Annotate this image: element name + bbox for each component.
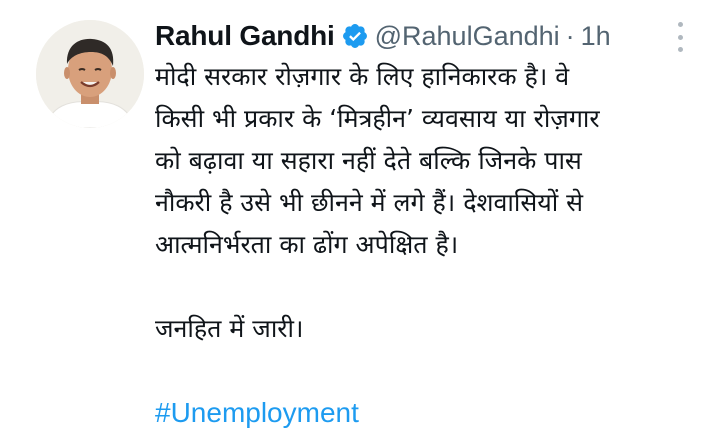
user-handle[interactable]: @RahulGandhi — [375, 21, 560, 52]
tweet-second-paragraph: जनहित में जारी। — [155, 314, 304, 343]
tweet-timestamp[interactable]: 1h — [581, 21, 611, 52]
tweet-line: को बढ़ावा या सहारा नहीं देते बल्कि जिनके… — [155, 146, 582, 175]
tweet-line: मोदी सरकार रोज़गार के लिए हानिकारक है। व… — [155, 62, 570, 91]
separator-dot: · — [565, 20, 575, 51]
avatar[interactable] — [36, 20, 144, 128]
tweet-line: किसी भी प्रकार के ‘मित्रहीन’ व्यवसाय या … — [155, 104, 600, 133]
tweet-card: Rahul Gandhi @RahulGandhi · 1h मोदी सरका… — [0, 0, 720, 428]
hashtag-link[interactable]: #Unemployment — [155, 392, 695, 434]
tweet-text: मोदी सरकार रोज़गार के लिए हानिकारक है। व… — [155, 56, 695, 434]
tweet-header: Rahul Gandhi @RahulGandhi · 1h — [155, 16, 611, 56]
verified-badge-icon — [341, 22, 369, 50]
tweet-line: नौकरी है उसे भी छीनने में लगे हैं। देशवा… — [155, 188, 584, 217]
profile-photo — [36, 20, 144, 128]
display-name[interactable]: Rahul Gandhi — [155, 20, 335, 52]
more-options-icon[interactable] — [672, 22, 688, 52]
tweet-line: आत्मनिर्भरता का ढोंग अपेक्षित है। — [155, 230, 459, 259]
